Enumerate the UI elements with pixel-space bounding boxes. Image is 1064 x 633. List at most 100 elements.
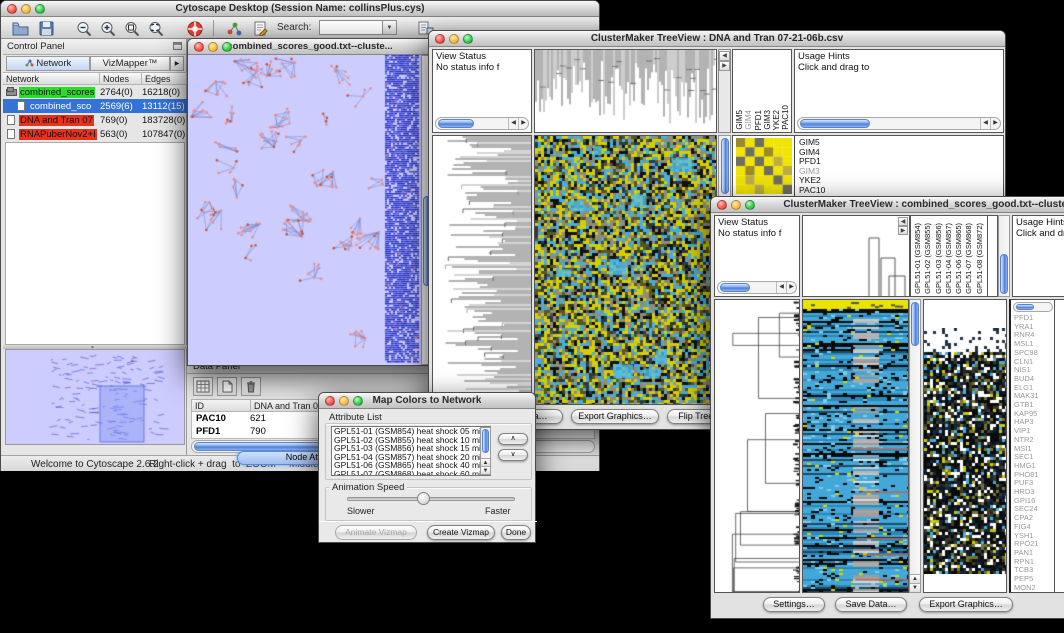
tv2-status-hscroll-thumb[interactable] <box>720 283 750 292</box>
zoom-window-icon[interactable] <box>463 34 473 44</box>
annotation-icon[interactable] <box>249 19 271 38</box>
speed-slider-track[interactable] <box>347 497 515 501</box>
tv2-vscrollbar[interactable]: ▲ ▼ <box>909 299 921 593</box>
id-column-header[interactable]: ID <box>191 399 251 412</box>
col-edges[interactable]: Edges <box>142 72 187 85</box>
minimize-icon[interactable] <box>208 42 218 52</box>
speed-slider-thumb[interactable] <box>417 492 430 505</box>
network-graph-canvas[interactable] <box>188 55 421 365</box>
close-icon[interactable] <box>194 42 204 52</box>
column-label[interactable]: GPL51-04 (GSM857) <box>944 223 954 294</box>
column-label[interactable]: PAC10 <box>781 105 790 130</box>
animate-vizmap-button[interactable]: Animate Vizmap <box>335 525 417 540</box>
delete-attribute-icon[interactable] <box>241 377 261 396</box>
column-label[interactable]: GPL51-06 (GSM865) <box>954 223 964 294</box>
close-icon[interactable] <box>435 34 445 44</box>
zoom-out-icon[interactable] <box>73 19 95 38</box>
tv1-column-dendrogram[interactable] <box>534 49 717 133</box>
column-label[interactable]: GIM3 <box>763 110 772 130</box>
zoom-fit-icon[interactable] <box>145 19 167 38</box>
attribute-list-vscroll-thumb[interactable] <box>482 429 489 453</box>
gene-label[interactable]: MON2 <box>1014 584 1039 593</box>
column-label[interactable]: GIM5 <box>735 110 744 130</box>
help-lifering-icon[interactable] <box>184 19 206 38</box>
column-label[interactable]: GPL51-07 (GSM868) <box>964 223 974 294</box>
zoom-window-icon[interactable] <box>222 42 232 52</box>
tv2-column-dendrogram[interactable]: ◀ ▶ <box>802 215 910 297</box>
scroll-up-icon[interactable]: ▲ <box>910 574 920 583</box>
tv1-status-hscrollbar[interactable]: ◀▶ <box>435 117 529 130</box>
main-titlebar[interactable]: Cytoscape Desktop (Session Name: collins… <box>1 1 599 17</box>
zoom-window-icon[interactable] <box>35 4 45 14</box>
move-up-button[interactable]: ∧ <box>498 433 528 445</box>
tv1-heatmap[interactable] <box>534 135 717 405</box>
open-icon[interactable] <box>9 19 31 38</box>
scroll-left-icon[interactable]: ◀ <box>898 217 908 226</box>
zoom-selected-icon[interactable] <box>121 19 143 38</box>
scroll-up-icon[interactable]: ▲ <box>481 458 490 466</box>
zoom-window-icon[interactable] <box>353 396 363 406</box>
select-attributes-icon[interactable] <box>193 377 213 396</box>
col-nodes[interactable]: Nodes <box>100 72 142 85</box>
scroll-left-icon[interactable]: ◀ <box>980 118 990 129</box>
column-label[interactable]: GPL51-08 (GSM872) <box>975 223 985 294</box>
tv2-heatmap[interactable] <box>802 299 909 593</box>
network-overview-thumbnail[interactable] <box>6 350 184 444</box>
tab-network[interactable]: Network <box>6 56 90 71</box>
scroll-down-icon[interactable]: ▼ <box>910 583 920 592</box>
scroll-right-icon[interactable]: ▶ <box>719 61 730 71</box>
tv1-status-hscroll-thumb[interactable] <box>438 119 474 128</box>
network-row[interactable]: combined_sco 2569(6) 13112(15) <box>3 99 187 113</box>
column-label[interactable]: GPL51-03 (GSM856) <box>934 223 944 294</box>
column-label[interactable]: PFD1 <box>754 110 763 130</box>
tv2-settings-button[interactable]: Settings… <box>763 597 825 612</box>
network-list-empty-area[interactable] <box>5 142 185 345</box>
column-label[interactable]: GPL51-02 (GSM855) <box>923 223 933 294</box>
minimize-icon[interactable] <box>21 4 31 14</box>
network-view-titlebar[interactable]: combined_scores_good.txt--cluste... <box>188 39 432 55</box>
zoom-in-icon[interactable] <box>97 19 119 38</box>
gene-label[interactable]: PAC10 <box>799 186 825 196</box>
tv2-vscroll-thumb[interactable] <box>911 302 919 346</box>
treeview2-titlebar[interactable]: ClusterMaker TreeView : combined_scores_… <box>711 197 1064 213</box>
scroll-left-icon[interactable]: ◀ <box>719 51 730 61</box>
done-button[interactable]: Done <box>501 525 531 540</box>
column-label[interactable]: GIM4 <box>744 110 753 130</box>
scroll-right-icon[interactable]: ▶ <box>898 226 908 235</box>
minimize-icon[interactable] <box>731 200 741 210</box>
tv2-labels-vscroll-thumb[interactable] <box>1000 254 1008 294</box>
network-row[interactable]: combined_scores 2764(0) 16218(0) <box>3 85 187 99</box>
minimize-icon[interactable] <box>339 396 349 406</box>
treeview1-titlebar[interactable]: ClusterMaker TreeView : DNA and Tran 07-… <box>429 31 1005 47</box>
tab-vizmapper[interactable]: VizMapper™ <box>90 56 170 71</box>
tab-overflow-icon[interactable]: ▶ <box>170 56 184 71</box>
move-down-button[interactable]: ∨ <box>498 449 528 461</box>
tv1-row-dendrogram[interactable] <box>432 135 532 405</box>
create-vizmap-button[interactable]: Create Vizmap <box>427 525 495 540</box>
create-attribute-icon[interactable] <box>217 377 237 396</box>
network-overview-panel[interactable] <box>5 349 185 445</box>
dialog-titlebar[interactable]: Map Colors to Network <box>319 393 535 409</box>
search-dropdown-icon[interactable]: ▼ <box>383 20 397 35</box>
tv2-row-dendrogram[interactable] <box>714 299 800 593</box>
network-row[interactable]: DNA and Tran 07 769(0) 183728(0) <box>3 113 187 127</box>
tv2-status-hscrollbar[interactable]: ◀▶ <box>717 281 797 294</box>
close-icon[interactable] <box>717 200 727 210</box>
scroll-left-icon[interactable]: ◀ <box>508 118 518 129</box>
tv1-vscroll-thumb[interactable] <box>721 138 729 194</box>
float-panel-icon[interactable] <box>173 42 182 50</box>
close-icon[interactable] <box>7 4 17 14</box>
network-row[interactable]: RNAPuberNov2+I 563(0) 107847(0) <box>3 127 187 141</box>
attribute-item[interactable]: GPL51-07 (GSM868) heat shock 60 min <box>334 470 490 477</box>
save-icon[interactable] <box>35 19 57 38</box>
tv2-labels-vscrollbar[interactable] <box>998 215 1010 297</box>
col-network[interactable]: Network <box>3 72 100 85</box>
scroll-right-icon[interactable]: ▶ <box>786 282 796 293</box>
tv1-hints-hscrollbar[interactable]: ◀▶ <box>797 117 1001 130</box>
tv1-export-graphics-button[interactable]: Export Graphics… <box>571 409 659 424</box>
tv1-hints-hscroll-thumb[interactable] <box>800 119 870 128</box>
tv2-gene-hscrollbar[interactable] <box>1013 302 1053 312</box>
scroll-right-icon[interactable]: ▶ <box>990 118 1000 129</box>
tv2-save-data-button[interactable]: Save Data… <box>835 597 907 612</box>
tv2-zoom-heatmap[interactable] <box>923 299 1007 593</box>
